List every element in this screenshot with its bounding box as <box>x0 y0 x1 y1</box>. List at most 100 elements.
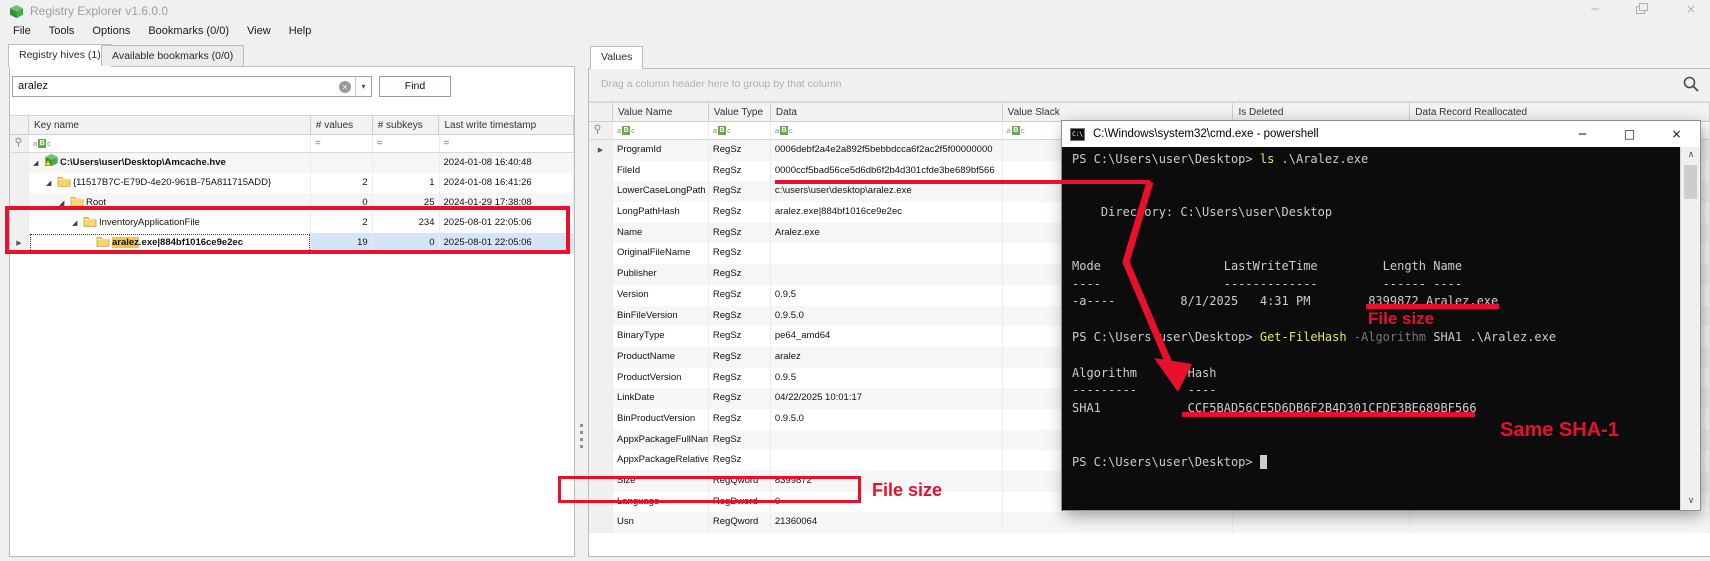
terminal-text-segment: Get-FileHash <box>1260 330 1347 344</box>
terminal-scrollbar[interactable]: ∧ ∨ <box>1680 147 1700 510</box>
scroll-down-icon[interactable]: ∨ <box>1681 494 1701 509</box>
tree-timestamp-cell: 2024-01-08 16:40:48 <box>440 153 575 173</box>
abc-filter-icon[interactable]: aBc <box>33 139 51 149</box>
tree-row[interactable]: ◢InventoryApplicationFile22342025-08-01 … <box>10 213 574 233</box>
values-column-header[interactable]: Value Name <box>613 102 709 122</box>
tab-values[interactable]: Values <box>590 46 643 69</box>
value-type-cell: RegQword <box>709 471 771 492</box>
tree-column-header[interactable]: # values <box>311 115 373 135</box>
value-name-cell: BinaryType <box>613 326 709 347</box>
terminal-line <box>1072 436 1674 454</box>
values-header-indicator <box>589 102 613 122</box>
tree-subkeys-count-cell: 234 <box>373 213 440 233</box>
tree-column-header[interactable]: Last write timestamp <box>439 115 574 135</box>
tree-column-header[interactable]: # subkeys <box>373 115 440 135</box>
abc-filter-icon[interactable]: aBc <box>775 126 793 136</box>
terminal-text-segment: -a---- 8/1/2025 4:31 PM 8399872 Aralez.e… <box>1072 294 1498 308</box>
find-button[interactable]: Find <box>379 76 451 97</box>
scroll-up-icon[interactable]: ∧ <box>1681 148 1701 163</box>
abc-filter-icon[interactable]: aBc <box>1007 126 1025 136</box>
minimize-icon[interactable]: ─ <box>1588 2 1602 18</box>
folder-icon <box>70 195 86 208</box>
value-type-cell: RegSz <box>709 347 771 368</box>
terminal-title-bar[interactable]: C:\ C:\Windows\system32\cmd.exe - powers… <box>1062 121 1700 147</box>
cmd-icon: C:\ <box>1070 128 1085 141</box>
tree-filter-cell[interactable]: = <box>373 135 440 153</box>
value-name-cell: FileId <box>613 161 709 182</box>
tree-key-cell[interactable]: ◢InventoryApplicationFile <box>29 213 311 233</box>
tree-key-label: {11517B7C-E79D-4e20-961B-75A811715ADD} <box>73 177 271 188</box>
tree-key-cell[interactable]: ◢Root <box>29 193 311 213</box>
values-row-indicator <box>589 202 613 223</box>
values-row[interactable]: UsnRegQword21360064 <box>589 512 1710 533</box>
expand-arrow-icon[interactable]: ◢ <box>33 153 44 173</box>
menu-item-tools[interactable]: Tools <box>40 22 84 41</box>
restore-icon[interactable] <box>1636 2 1650 18</box>
tree-filter-pin-cell[interactable] <box>10 135 29 153</box>
values-row-indicator <box>589 347 613 368</box>
tree-key-cell[interactable]: aralez.exe|884bf1016ce9e2ec <box>29 233 311 253</box>
tree-column-header[interactable]: Key name <box>29 115 311 135</box>
expand-arrow-icon[interactable]: ◢ <box>46 173 57 193</box>
tree-row[interactable]: ◢Root0252024-01-29 17:38:08 <box>10 193 574 213</box>
expand-arrow-icon[interactable]: ◢ <box>72 213 83 233</box>
tree-key-cell[interactable]: ◢ {11517B7C-E79D-4e20-961B-75A811715ADD} <box>29 173 311 193</box>
panel-splitter-handle[interactable] <box>580 424 583 452</box>
terminal-line: PS C:\Users\user\Desktop> <box>1072 454 1674 472</box>
current-row-arrow-icon: ▶ <box>14 233 24 253</box>
value-type-cell: RegQword <box>709 512 771 533</box>
values-column-header[interactable]: Is Deleted <box>1233 102 1410 122</box>
tab-registry-hives[interactable]: Registry hives (1) <box>8 44 112 67</box>
terminal-maximize-icon[interactable]: □ <box>1606 121 1653 147</box>
terminal-close-icon[interactable]: × <box>1653 121 1700 147</box>
terminal-text-segment: --------- ---- <box>1072 383 1217 397</box>
terminal-output[interactable]: PS C:\Users\user\Desktop> ls .\Aralez.ex… <box>1062 147 1700 510</box>
tree-filter-cell[interactable]: = <box>311 135 373 153</box>
terminal-line <box>1072 418 1674 436</box>
expand-arrow-icon[interactable]: ◢ <box>59 193 70 213</box>
values-filter-pin-cell[interactable] <box>589 122 613 140</box>
tree-values-count-cell <box>311 153 373 173</box>
value-type-cell: RegSz <box>709 306 771 327</box>
tree-key-label: .exe|884bf1016ce9e2ec <box>139 237 243 248</box>
tree-filter-cell[interactable]: = <box>440 135 575 153</box>
tree-row[interactable]: ◢{11517B7C-E79D-4e20-961B-75A811715ADD}2… <box>10 173 574 193</box>
tree-values-count-cell: 2 <box>311 213 373 233</box>
scrollbar-thumb[interactable] <box>1684 165 1697 199</box>
terminal-line: Directory: C:\Users\user\Desktop <box>1072 204 1674 222</box>
value-name-cell: OriginalFileName <box>613 243 709 264</box>
search-icon[interactable] <box>1682 75 1700 93</box>
abc-filter-icon[interactable]: aBc <box>713 126 731 136</box>
values-column-header[interactable]: Data <box>771 102 1003 122</box>
values-column-header[interactable]: Data Record Reallocated <box>1410 102 1710 122</box>
values-filter-cell[interactable]: aBc <box>613 122 709 140</box>
tree-row[interactable]: ▶aralez.exe|884bf1016ce9e2ec1902025-08-0… <box>10 233 574 253</box>
values-column-header[interactable]: Value Type <box>709 102 771 122</box>
menu-item-options[interactable]: Options <box>83 22 139 41</box>
group-by-bar[interactable]: Drag a column header here to group by th… <box>589 69 1710 102</box>
tree-filter-cell[interactable]: aBc <box>29 135 311 153</box>
value-data-cell: 8399872 <box>771 471 1003 492</box>
terminal-text-segment: Directory: C:\Users\user\Desktop <box>1072 205 1332 219</box>
menu-item-bookmarks-0-0[interactable]: Bookmarks (0/0) <box>139 22 238 41</box>
abc-filter-icon[interactable]: aBc <box>617 126 635 136</box>
terminal-text-segment: ---- ------------- ------ ---- <box>1072 277 1462 291</box>
terminal-text-segment: ls <box>1260 152 1274 166</box>
menu-item-view[interactable]: View <box>238 22 280 41</box>
values-filter-cell[interactable]: aBc <box>771 122 1003 140</box>
search-value[interactable]: aralez <box>18 80 48 92</box>
values-filter-cell[interactable]: aBc <box>709 122 771 140</box>
search-input[interactable]: aralez × ▾ <box>12 76 372 97</box>
values-row-indicator <box>589 388 613 409</box>
terminal-minimize-icon[interactable]: ─ <box>1559 121 1606 147</box>
search-dropdown-icon[interactable]: ▾ <box>355 77 371 96</box>
clear-search-icon[interactable]: × <box>339 81 351 93</box>
value-name-cell: LinkDate <box>613 388 709 409</box>
values-column-header[interactable]: Value Slack <box>1003 102 1234 122</box>
close-icon[interactable]: × <box>1684 2 1698 18</box>
menu-item-help[interactable]: Help <box>280 22 321 41</box>
tree-row[interactable]: ◢C:\Users\user\Desktop\Amcache.hve 2024-0… <box>10 153 574 173</box>
tree-key-cell[interactable]: ◢C:\Users\user\Desktop\Amcache.hve <box>29 153 311 173</box>
menu-item-file[interactable]: File <box>4 22 40 41</box>
tab-available-bookmarks[interactable]: Available bookmarks (0/0) <box>101 45 244 66</box>
